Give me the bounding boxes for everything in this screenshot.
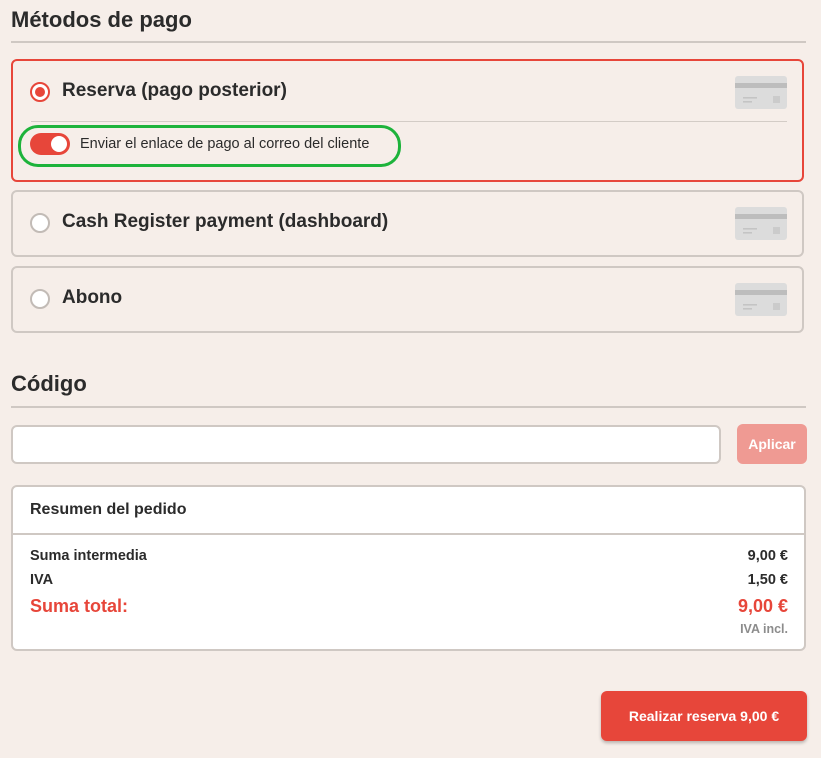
radio-abono[interactable]	[30, 289, 50, 309]
payment-option-label: Cash Register payment (dashboard)	[62, 211, 389, 232]
payment-option-label: Abono	[62, 287, 123, 308]
radio-cash-register[interactable]	[30, 213, 50, 233]
order-summary-divider	[13, 533, 804, 535]
order-summary: Resumen del pedido Suma intermedia 9,00 …	[11, 485, 806, 651]
radio-reserva[interactable]	[30, 82, 50, 102]
vat-included-note: IVA incl.	[740, 622, 788, 636]
payment-option-reserva[interactable]: Reserva (pago posterior) Enviar el enlac…	[11, 59, 804, 182]
email-link-toggle[interactable]	[30, 133, 70, 155]
payment-option-cash-register-header[interactable]: Cash Register payment (dashboard)	[13, 192, 802, 254]
checkout-page: Métodos de pago Reserva (pago posterior)…	[0, 0, 821, 758]
code-input[interactable]	[11, 425, 721, 464]
credit-card-icon	[735, 207, 787, 240]
vat-label: IVA	[30, 572, 54, 588]
total-label: Suma total:	[30, 596, 129, 616]
credit-card-icon	[735, 283, 787, 316]
code-rule	[11, 406, 806, 408]
email-link-toggle-label: Enviar el enlace de pago al correo del c…	[80, 136, 370, 152]
submit-booking-button[interactable]: Realizar reserva 9,00 €	[601, 691, 807, 741]
vat-value: 1,50 €	[747, 572, 788, 588]
payment-option-abono[interactable]: Abono	[11, 266, 804, 333]
payment-option-abono-header[interactable]: Abono	[13, 268, 802, 330]
apply-code-button[interactable]: Aplicar	[737, 424, 807, 464]
order-summary-title: Resumen del pedido	[30, 501, 187, 518]
payment-option-label: Reserva (pago posterior)	[62, 80, 287, 101]
credit-card-icon	[735, 76, 787, 109]
code-title: Código	[11, 371, 87, 396]
total-value: 9,00 €	[737, 596, 788, 616]
payment-option-reserva-header[interactable]: Reserva (pago posterior)	[13, 61, 802, 123]
toggle-knob	[51, 136, 67, 152]
subtotal-label: Suma intermedia	[30, 548, 147, 564]
payment-methods-title: Métodos de pago	[11, 7, 192, 32]
payment-option-cash-register[interactable]: Cash Register payment (dashboard)	[11, 190, 804, 257]
subtotal-value: 9,00 €	[747, 548, 788, 564]
payment-option-divider	[31, 121, 787, 122]
payment-methods-rule	[11, 41, 806, 43]
